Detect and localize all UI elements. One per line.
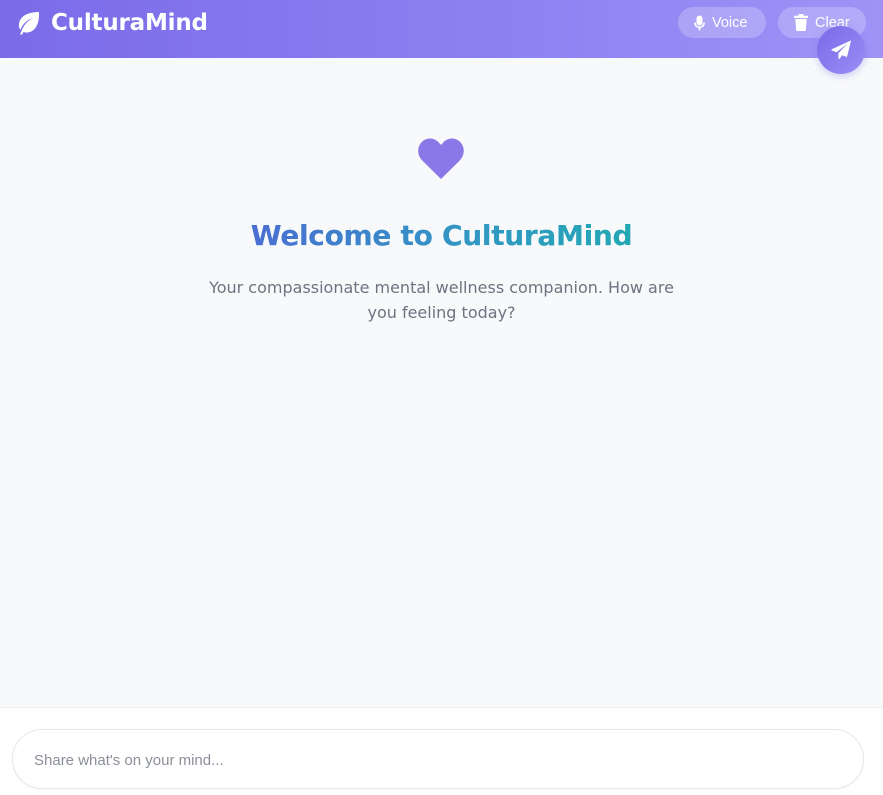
welcome-title: Welcome to CulturaMind xyxy=(0,218,883,254)
voice-label: Voice xyxy=(712,14,748,31)
message-input-wrapper xyxy=(12,729,864,790)
message-input[interactable] xyxy=(32,730,816,790)
microphone-icon xyxy=(694,15,712,31)
voice-button[interactable]: Voice xyxy=(678,7,766,38)
brand: CulturaMind xyxy=(15,9,208,37)
welcome-subtitle: Your compassionate mental wellness compa… xyxy=(209,278,674,322)
app-name: CulturaMind xyxy=(51,10,208,36)
composer-bar xyxy=(0,707,883,795)
paper-plane-icon xyxy=(831,40,851,60)
heart-icon xyxy=(416,136,466,180)
app-window: CulturaMind Voice Clear Welcome to Cultu… xyxy=(0,0,883,795)
chat-area: Welcome to CulturaMind Your compassionat… xyxy=(0,58,883,707)
top-bar: CulturaMind Voice Clear xyxy=(0,0,883,58)
trash-icon xyxy=(794,14,815,31)
leaf-icon xyxy=(15,11,41,35)
send-button[interactable] xyxy=(817,26,865,74)
